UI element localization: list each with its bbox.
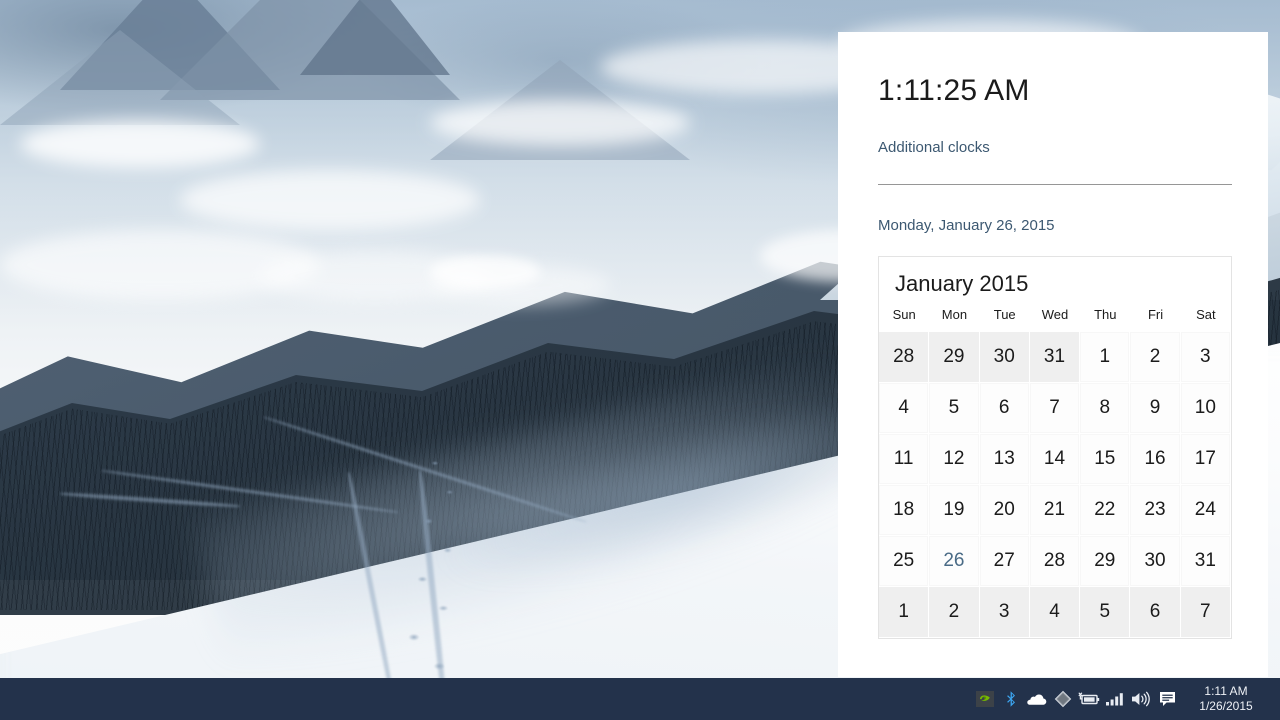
- calendar-day-cell[interactable]: 7: [1180, 587, 1231, 638]
- calendar-day-cell[interactable]: 30: [1130, 536, 1181, 587]
- clock-calendar-flyout: 1:11:25 AM Additional clocks Monday, Jan…: [838, 32, 1268, 677]
- network-signal-icon[interactable]: [1102, 678, 1128, 720]
- calendar-day-cell[interactable]: 9: [1130, 383, 1181, 434]
- calendar-day-cell[interactable]: 16: [1130, 434, 1181, 485]
- nvidia-icon[interactable]: [972, 678, 998, 720]
- calendar: January 2015 Sun Mon Tue Wed Thu Fri Sat 28 29 3…: [878, 256, 1232, 639]
- onedrive-cloud-icon[interactable]: [1024, 678, 1050, 720]
- cloud: [430, 100, 690, 146]
- calendar-day-cell[interactable]: 22: [1080, 485, 1131, 536]
- calendar-weekday-sun: Sun: [892, 307, 916, 322]
- calendar-day-today[interactable]: 26: [929, 536, 980, 587]
- calendar-weekday-header: Sun Mon Tue Wed Thu Fri Sat: [879, 307, 1231, 332]
- calendar-day-cell[interactable]: 4: [1029, 587, 1081, 638]
- calendar-day-cell[interactable]: 29: [1080, 536, 1131, 587]
- calendar-day-cell[interactable]: 19: [929, 485, 980, 536]
- tray-overflow-button[interactable]: [950, 678, 972, 720]
- calendar-weekday-sat: Sat: [1196, 307, 1216, 322]
- desktop-screen: 1:11:25 AM Additional clocks Monday, Jan…: [0, 0, 1280, 720]
- calendar-day-cell[interactable]: 1: [1080, 332, 1131, 383]
- calendar-day-cell[interactable]: 2: [1130, 332, 1181, 383]
- calendar-day-cell[interactable]: 3: [979, 587, 1030, 638]
- cloud: [430, 255, 540, 289]
- taskbar: 1:11 AM 1/26/2015: [0, 678, 1280, 720]
- calendar-day-cell[interactable]: 18: [879, 485, 930, 536]
- calendar-day-cell[interactable]: 11: [879, 434, 930, 485]
- calendar-day-cell[interactable]: 1: [879, 587, 930, 638]
- taskbar-clock-time: 1:11 AM: [1204, 684, 1248, 698]
- calendar-day-cell[interactable]: 5: [1080, 587, 1131, 638]
- calendar-month-title[interactable]: January 2015: [879, 257, 1231, 307]
- battery-icon[interactable]: [1076, 678, 1102, 720]
- calendar-day-cell[interactable]: 27: [979, 536, 1030, 587]
- calendar-day-cell[interactable]: 23: [1130, 485, 1181, 536]
- calendar-day-cell[interactable]: 21: [1029, 485, 1081, 536]
- calendar-day-cell[interactable]: 29: [929, 332, 980, 383]
- calendar-day-cell[interactable]: 20: [979, 485, 1030, 536]
- system-tray: 1:11 AM 1/26/2015: [972, 678, 1280, 720]
- calendar-day-cell[interactable]: 13: [979, 434, 1030, 485]
- calendar-day-cell[interactable]: 8: [1080, 383, 1131, 434]
- today-date-label[interactable]: Monday, January 26, 2015: [878, 217, 1232, 234]
- taskbar-clock-date: 1/26/2015: [1199, 699, 1253, 713]
- calendar-weekday-tue: Tue: [993, 307, 1016, 322]
- calendar-day-cell[interactable]: 24: [1180, 485, 1231, 536]
- calendar-day-cell[interactable]: 25: [879, 536, 930, 587]
- cloud: [180, 170, 480, 230]
- taskbar-clock[interactable]: 1:11 AM 1/26/2015: [1180, 684, 1274, 714]
- calendar-day-cell[interactable]: 5: [929, 383, 980, 434]
- calendar-day-cell[interactable]: 14: [1029, 434, 1081, 485]
- additional-clocks-link[interactable]: Additional clocks: [878, 139, 990, 156]
- calendar-day-cell[interactable]: 7: [1029, 383, 1081, 434]
- speaker-volume-icon[interactable]: [1128, 678, 1154, 720]
- action-center-icon[interactable]: [1154, 678, 1180, 720]
- calendar-day-cell[interactable]: 10: [1180, 383, 1231, 434]
- calendar-day-cell[interactable]: 12: [929, 434, 980, 485]
- calendar-day-cell[interactable]: 3: [1180, 332, 1231, 383]
- cloud: [20, 120, 260, 168]
- mountain-peak: [300, 0, 450, 75]
- calendar-day-cell[interactable]: 6: [1130, 587, 1181, 638]
- calendar-day-cell[interactable]: 31: [1029, 332, 1081, 383]
- calendar-weekday-mon: Mon: [941, 307, 968, 322]
- calendar-day-grid: 28 29 30 31 1 2 3 4 5 6 7 8 9 10 11 12 13 14 15 16 17 18 19 20 2…: [879, 332, 1231, 638]
- calendar-day-cell[interactable]: 17: [1180, 434, 1231, 485]
- calendar-weekday-thu: Thu: [1094, 307, 1117, 322]
- calendar-day-cell[interactable]: 6: [979, 383, 1030, 434]
- calendar-weekday-fri: Fri: [1147, 307, 1164, 322]
- calendar-day-cell[interactable]: 30: [979, 332, 1030, 383]
- flyout-divider: [878, 184, 1232, 185]
- bluetooth-icon[interactable]: [998, 678, 1024, 720]
- calendar-day-cell[interactable]: 28: [1029, 536, 1081, 587]
- calendar-day-cell[interactable]: 4: [879, 383, 930, 434]
- mountain-peak: [0, 30, 240, 125]
- diamond-icon[interactable]: [1050, 678, 1076, 720]
- calendar-day-cell[interactable]: 2: [929, 587, 980, 638]
- calendar-day-cell[interactable]: 28: [879, 332, 930, 383]
- calendar-day-cell[interactable]: 31: [1180, 536, 1231, 587]
- current-time: 1:11:25 AM: [878, 74, 1030, 107]
- calendar-day-cell[interactable]: 15: [1080, 434, 1131, 485]
- calendar-weekday-wed: Wed: [1041, 307, 1069, 322]
